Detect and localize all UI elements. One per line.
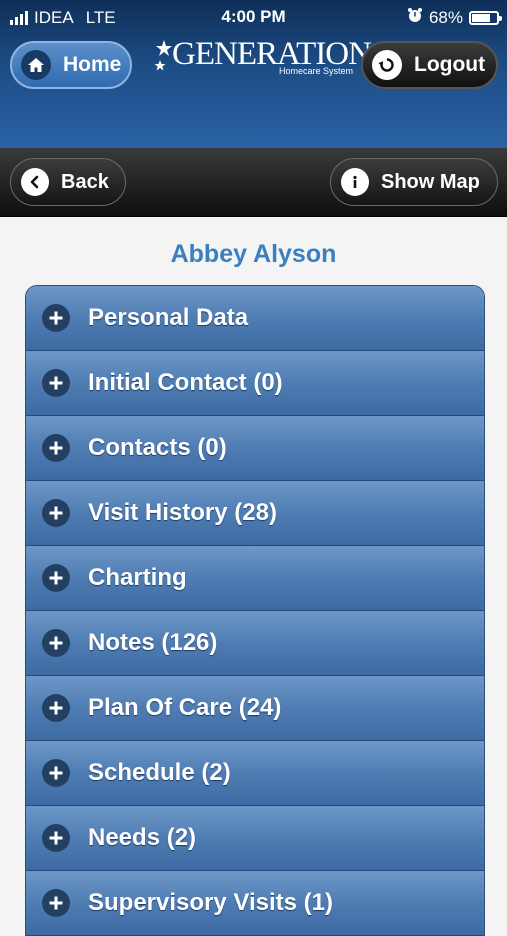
battery-percent: 68% [428, 7, 463, 27]
list-item-label: Initial Contact (0) [88, 369, 283, 396]
plus-icon [42, 499, 70, 527]
list-item[interactable]: Visit History (28) [26, 481, 484, 546]
app-header: IDEA LTE 4:00 PM 68% Home GENERATIONS Ho… [0, 0, 507, 148]
home-button[interactable]: Home [10, 41, 132, 89]
back-button[interactable]: Back [10, 158, 126, 206]
plus-icon [42, 694, 70, 722]
list-item[interactable]: Contacts (0) [26, 416, 484, 481]
logout-button-label: Logout [414, 53, 486, 76]
battery-icon [469, 10, 502, 25]
show-map-button-label: Show Map [381, 170, 480, 193]
show-map-button[interactable]: Show Map [330, 158, 498, 206]
info-icon [341, 168, 369, 196]
list-item-label: Charting [88, 564, 187, 591]
list-item-label: Plan Of Care (24) [88, 694, 282, 721]
status-bar: IDEA LTE 4:00 PM 68% [0, 0, 507, 34]
logout-button[interactable]: Logout [361, 41, 498, 89]
plus-icon [42, 759, 70, 787]
list-item-label: Notes (126) [88, 629, 218, 656]
home-button-label: Home [63, 53, 122, 76]
plus-icon [42, 434, 70, 462]
list-item[interactable]: Notes (126) [26, 611, 484, 676]
nav-bar: Back Show Map [0, 148, 507, 217]
list-item-label: Personal Data [88, 304, 249, 331]
back-button-label: Back [61, 170, 109, 193]
list-item[interactable]: Needs (2) [26, 806, 484, 871]
patient-name: Abbey Alyson [170, 240, 337, 268]
list-item-label: Contacts (0) [88, 434, 227, 461]
list-item-label: Visit History (28) [88, 499, 277, 526]
list-item-label: Needs (2) [88, 824, 197, 851]
section-list: Personal Data Initial Contact (0) Contacts… [25, 285, 485, 936]
plus-icon [42, 304, 70, 332]
list-item[interactable]: Plan Of Care (24) [26, 676, 484, 741]
plus-icon [42, 889, 70, 917]
list-item-label: Supervisory Visits (1) [88, 889, 333, 916]
home-icon [21, 50, 51, 80]
list-item[interactable]: Initial Contact (0) [26, 351, 484, 416]
plus-icon [42, 824, 70, 852]
logout-icon [372, 50, 402, 80]
logo-subtitle: Homecare System [278, 66, 353, 76]
list-item[interactable]: Supervisory Visits (1) [26, 871, 484, 936]
generations-logo: GENERATIONS Homecare System [152, 36, 389, 80]
chevron-left-icon [21, 168, 49, 196]
list-item[interactable]: Schedule (2) [26, 741, 484, 806]
alarm-icon [407, 7, 423, 28]
stars-icon [154, 40, 172, 71]
plus-icon [42, 629, 70, 657]
list-item[interactable]: Charting [26, 546, 484, 611]
list-item-label: Schedule (2) [88, 759, 231, 786]
plus-icon [42, 369, 70, 397]
list-item[interactable]: Personal Data [26, 286, 484, 351]
plus-icon [42, 564, 70, 592]
